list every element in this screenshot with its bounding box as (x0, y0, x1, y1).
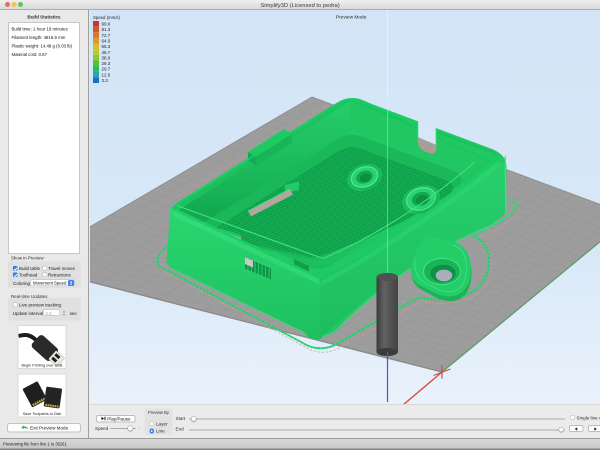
svg-text:90.0: 90.0 (102, 22, 111, 27)
svg-text:55.3: 55.3 (102, 44, 111, 49)
svg-text:46.7: 46.7 (102, 50, 111, 55)
svg-text:12.0: 12.0 (102, 72, 111, 77)
svg-text:20.7: 20.7 (102, 67, 111, 72)
svg-text:81.3: 81.3 (102, 27, 111, 32)
svg-text:72.7: 72.7 (102, 33, 111, 38)
svg-text:29.3: 29.3 (102, 61, 111, 66)
svg-text:38.0: 38.0 (102, 55, 111, 60)
svg-text:3.3: 3.3 (102, 78, 109, 83)
svg-text:64.0: 64.0 (102, 39, 111, 44)
